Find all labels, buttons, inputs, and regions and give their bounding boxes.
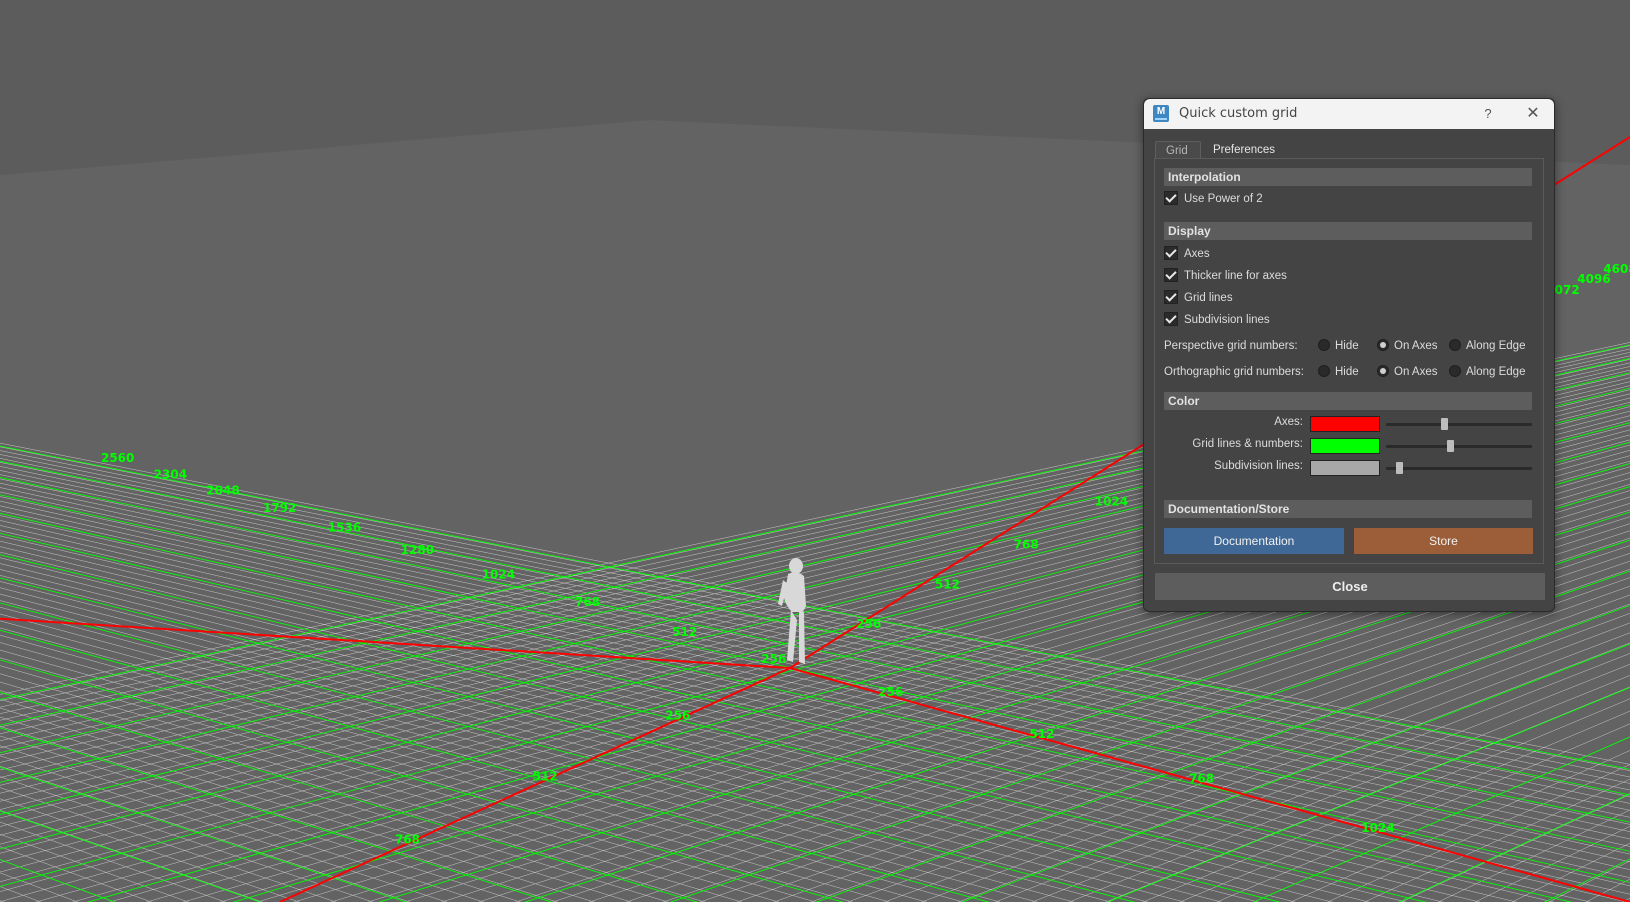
grid-lines-checkbox[interactable] [1164, 289, 1178, 304]
grid-number-left-far: 256 [761, 652, 786, 666]
store-button[interactable]: Store [1354, 528, 1533, 554]
orthographic-grid-numbers-row: Orthographic grid numbers: Hide On Axes … [1164, 363, 1534, 381]
documentation-button[interactable]: Documentation [1164, 528, 1344, 554]
grid-lines-label: Grid lines [1184, 292, 1233, 304]
grid-number-left-far: 1280 [401, 543, 434, 557]
orthographic-grid-numbers-label: Orthographic grid numbers: [1164, 366, 1304, 378]
grid-number-distant: 4608 [1603, 262, 1630, 276]
axes-slider-handle[interactable] [1441, 418, 1449, 430]
perspective-on-axes-radio[interactable]: On Axes [1377, 337, 1437, 355]
perspective-grid-numbers-row: Perspective grid numbers: Hide On Axes A… [1164, 337, 1534, 355]
axes-color-row: Axes: [1155, 415, 1543, 433]
subdivision-lines-label: Subdivision lines [1184, 314, 1270, 326]
orthographic-along-edge-radio[interactable]: Along Edge [1449, 363, 1525, 381]
perspective-along-edge-radio[interactable]: Along Edge [1449, 337, 1525, 355]
perspective-grid-numbers-label: Perspective grid numbers: [1164, 340, 1298, 352]
grid-number-left-far: 1536 [328, 521, 361, 535]
grid-number-right-far: 768 [1014, 537, 1039, 551]
grid-color-slider[interactable] [1386, 440, 1532, 452]
grid-number-right-far: 256 [856, 617, 881, 631]
grid-number-right-near: 512 [1029, 727, 1054, 741]
interpolation-header: Interpolation [1164, 168, 1532, 186]
grid-number-left-far: 2048 [206, 483, 239, 497]
grid-number-left-far: 1792 [263, 501, 296, 515]
orthographic-on-axes-radio[interactable]: On Axes [1377, 363, 1437, 381]
grid-color-row: Grid lines & numbers: [1155, 437, 1543, 455]
grid-number-right-near: 1024 [1361, 821, 1394, 835]
thicker-axes-checkbox[interactable] [1164, 267, 1178, 282]
subdivision-color-swatch[interactable] [1310, 460, 1380, 476]
close-button[interactable]: Close [1155, 573, 1545, 600]
subdivision-lines-checkbox[interactable] [1164, 311, 1178, 326]
grid-slider-handle[interactable] [1447, 440, 1455, 452]
title-bar[interactable]: M Quick custom grid ? ✕ [1144, 99, 1554, 129]
close-icon[interactable]: ✕ [1523, 104, 1543, 124]
grid-number-right-far: 512 [935, 577, 960, 591]
axes-row[interactable]: Axes [1164, 245, 1210, 263]
perspective-hide-radio[interactable]: Hide [1318, 337, 1359, 355]
axes-color-slider[interactable] [1386, 418, 1532, 430]
subdivision-slider-handle[interactable] [1396, 462, 1404, 474]
grid-number-right-near: 768 [1189, 772, 1214, 786]
axes-label: Axes [1184, 248, 1210, 260]
use-power-of-2-label: Use Power of 2 [1184, 193, 1263, 205]
axes-color-label: Axes: [1274, 416, 1303, 428]
grid-number-left-far: 512 [672, 625, 697, 639]
thicker-axes-row[interactable]: Thicker line for axes [1164, 267, 1287, 285]
grid-number-left-far: 768 [575, 595, 600, 609]
tab-preferences[interactable]: Preferences [1203, 141, 1285, 159]
grid-tab-panel: Interpolation Use Power of 2 Display Axe… [1154, 158, 1544, 564]
thicker-axes-label: Thicker line for axes [1184, 270, 1287, 282]
maya-app-icon: M [1153, 105, 1169, 122]
color-header: Color [1164, 392, 1532, 410]
use-power-of-2-checkbox[interactable] [1164, 190, 1178, 205]
grid-number-left-near: 512 [533, 769, 558, 783]
grid-number-left-near: 768 [395, 833, 420, 847]
grid-number-left-far: 1024 [482, 568, 515, 582]
documentation-store-header: Documentation/Store [1164, 500, 1532, 518]
subdivision-color-slider[interactable] [1386, 462, 1532, 474]
orthographic-hide-radio[interactable]: Hide [1318, 363, 1359, 381]
display-header: Display [1164, 222, 1532, 240]
grid-number-left-far: 2304 [154, 467, 187, 481]
dialog-title: Quick custom grid [1179, 106, 1298, 121]
axes-color-swatch[interactable] [1310, 416, 1380, 432]
subdivision-color-row: Subdivision lines: [1155, 459, 1543, 477]
axes-checkbox[interactable] [1164, 245, 1178, 260]
grid-lines-row[interactable]: Grid lines [1164, 289, 1233, 307]
quick-custom-grid-dialog: M Quick custom grid ? ✕ Grid Preferences… [1143, 98, 1555, 612]
grid-color-label: Grid lines & numbers: [1192, 438, 1303, 450]
grid-number-left-far: 2560 [101, 451, 134, 465]
grid-number-right-far: 1024 [1095, 494, 1128, 508]
use-power-of-2-row[interactable]: Use Power of 2 [1164, 190, 1263, 208]
subdivision-lines-row[interactable]: Subdivision lines [1164, 311, 1270, 329]
grid-color-swatch[interactable] [1310, 438, 1380, 454]
grid-number-right-near: 256 [878, 685, 903, 699]
subdivision-color-label: Subdivision lines: [1214, 460, 1303, 472]
help-button[interactable]: ? [1478, 104, 1498, 124]
grid-number-left-near: 256 [665, 708, 690, 722]
